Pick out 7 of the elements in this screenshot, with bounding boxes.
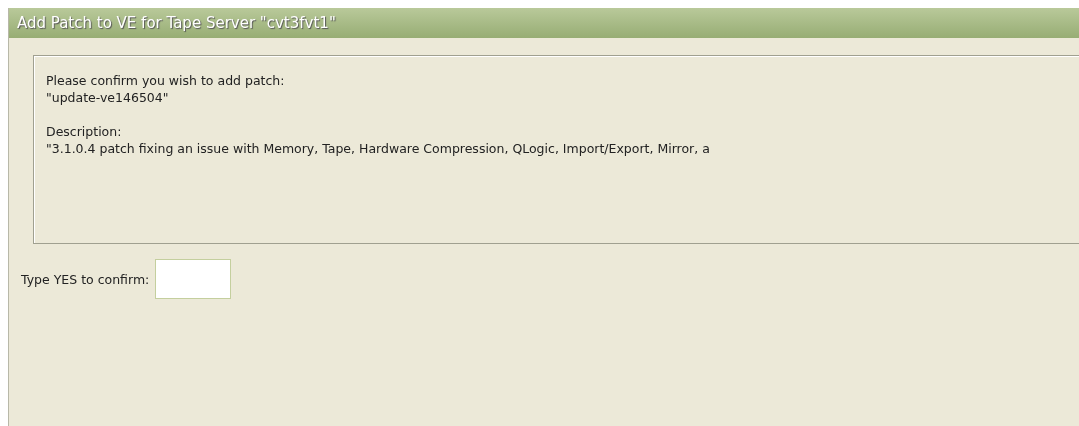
patch-name: "update-ve146504" <box>46 89 170 106</box>
confirm-label: Type YES to confirm: <box>21 271 150 287</box>
confirm-input[interactable] <box>155 259 232 299</box>
window-title: Add Patch to VE for Tape Server "cvt3fvt1" <box>9 8 1079 38</box>
confirm-prompt: Please confirm you wish to add patch: <box>46 72 286 89</box>
description-label: Description: <box>46 123 123 140</box>
description-text: "3.1.0.4 patch fixing an issue with Memory, Tape, Hardware Compression, QLogic, Import/Export, Mirror, a <box>46 140 711 157</box>
